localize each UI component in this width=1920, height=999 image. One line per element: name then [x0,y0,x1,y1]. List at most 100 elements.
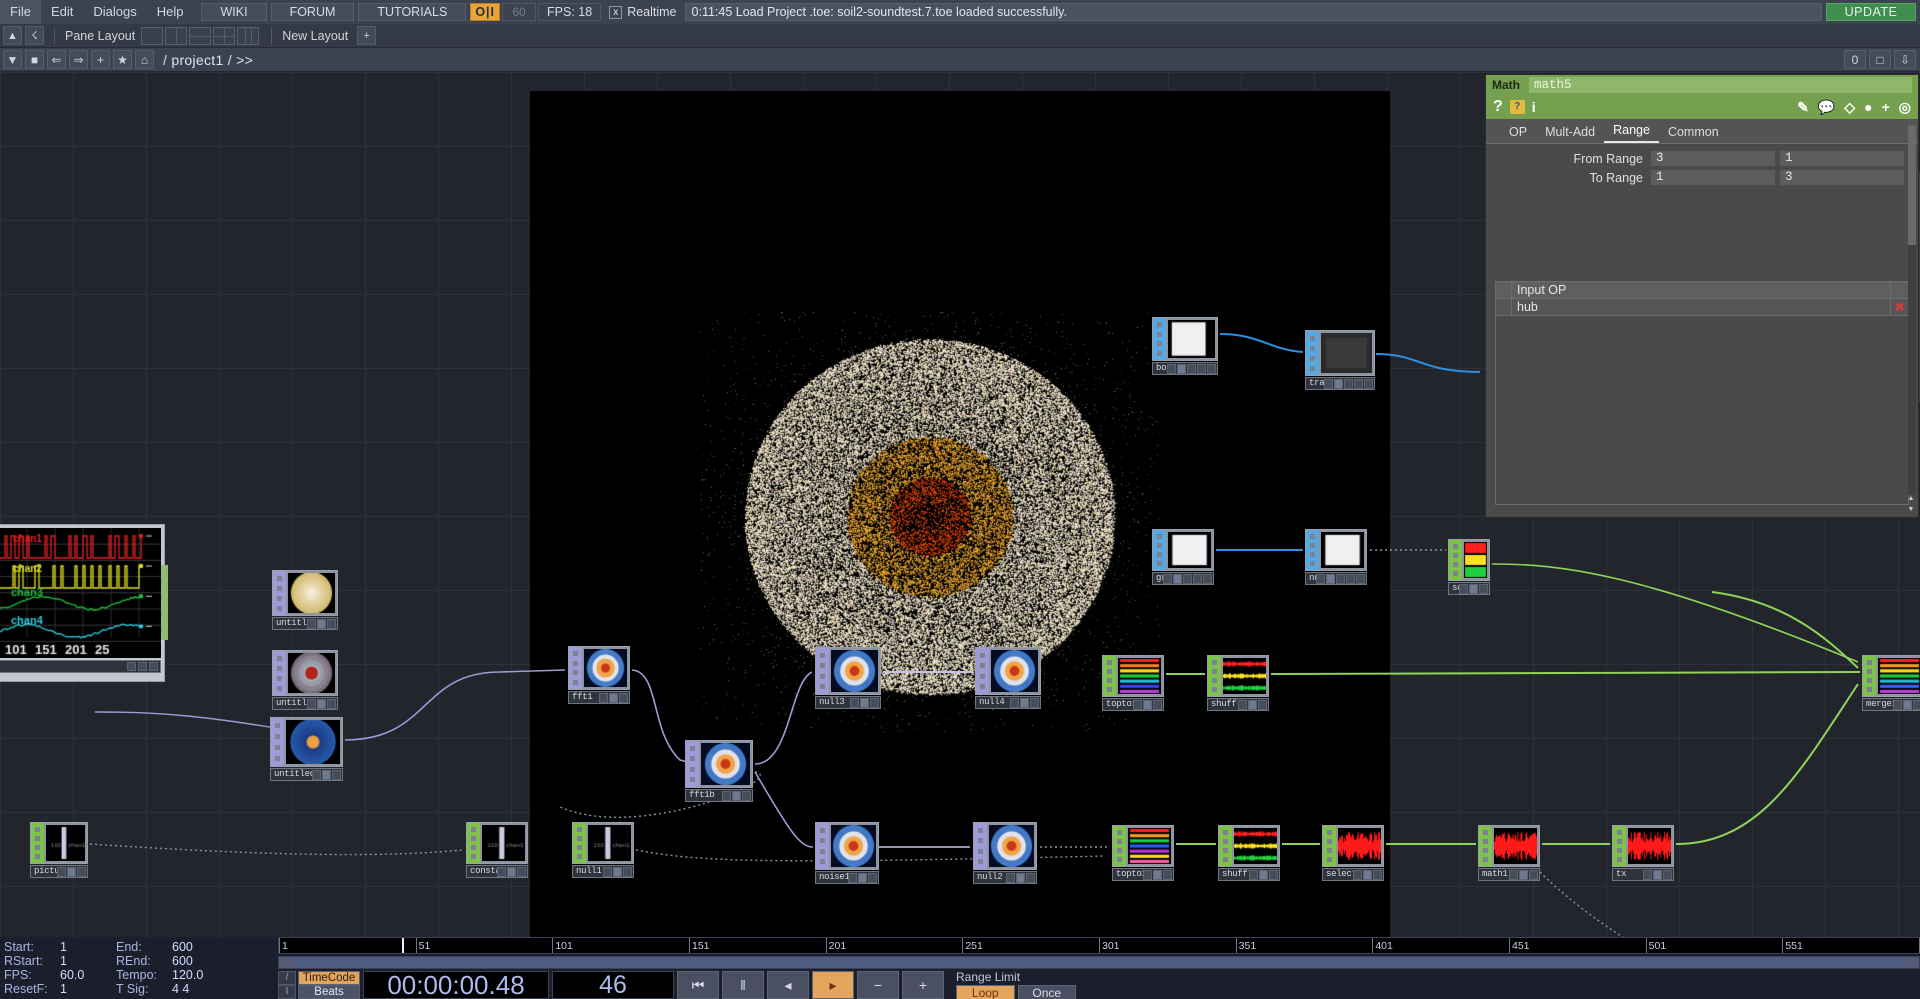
pane-index-field[interactable]: 0 [1844,50,1866,69]
node-null3[interactable]: null3 [815,647,881,709]
timeline-tick[interactable]: 351 [1235,938,1256,953]
step-back-button[interactable]: ◂ [767,971,809,999]
node-connectors[interactable] [816,648,829,694]
parameter-value-1[interactable]: 3 [1650,150,1776,167]
node-connectors[interactable] [573,823,586,863]
node-name[interactable]: shuffle2 [1219,869,1249,880]
node-name[interactable]: picture_ [31,866,57,877]
add-parameter-icon[interactable]: + [1882,100,1890,114]
node-flag[interactable] [1153,699,1162,710]
pane-layout-option-1[interactable] [141,26,164,45]
node-flag[interactable] [1163,573,1172,584]
node-label-row[interactable]: sopto1 [1448,582,1490,595]
node-connector-dot[interactable] [1617,857,1622,862]
node-flag[interactable] [858,872,867,883]
node-connectors[interactable] [976,648,989,694]
node-name[interactable]: null2 [974,872,1006,883]
node-flag[interactable] [327,698,336,709]
node-flag[interactable] [1344,378,1353,389]
node-null2[interactable]: null2 [973,822,1037,884]
node-label-row[interactable]: noise1 [815,871,879,884]
node-connectors[interactable] [1306,331,1319,375]
node-body[interactable] [466,822,528,864]
node-connector-dot[interactable] [277,655,282,661]
node-name[interactable]: topto2 [1113,869,1143,880]
node-connector-dot[interactable] [471,827,476,832]
node-connector-dot[interactable] [980,652,985,658]
info-icon[interactable]: i [1532,100,1536,114]
node-flag[interactable] [1207,363,1216,374]
node-label-row[interactable]: grid1 [1152,572,1214,585]
node-connector-dot[interactable] [1310,561,1315,566]
node-flag[interactable] [623,866,632,877]
timeline-tick[interactable]: 151 [689,938,710,953]
node-flag[interactable] [1334,378,1343,389]
menu-dialogs[interactable]: Dialogs [83,0,146,24]
node-label-row[interactable]: untitled_1 [272,697,338,710]
node-body[interactable] [815,822,879,870]
node-flag[interactable] [1016,872,1025,883]
node-connector-dot[interactable] [978,838,983,844]
node-flag[interactable] [1324,378,1333,389]
timeline-tick[interactable]: 501 [1645,938,1666,953]
node-connector-dot[interactable] [35,845,40,850]
node-connectors[interactable] [273,571,286,615]
timeline-ruler[interactable]: 151101151201251301351401451501551600 [278,937,1920,954]
node-flag[interactable] [312,769,321,780]
tutorials-button[interactable]: TUTORIALS [358,3,467,21]
node-connector-dot[interactable] [1310,534,1315,539]
node-body[interactable] [1102,655,1164,697]
node-body[interactable] [1152,529,1214,571]
node-label-row[interactable]: transform1 [1305,377,1375,390]
node-flag[interactable] [599,692,608,703]
node-picture-[interactable]: picture_ [30,822,88,878]
perform-toggle-button[interactable]: O|I [470,3,501,21]
node-connector-dot[interactable] [1310,365,1315,371]
node-body[interactable] [1322,825,1384,867]
node-connector-dot[interactable] [275,756,280,761]
node-flag[interactable] [1177,363,1186,374]
node-connector-dot[interactable] [820,663,825,669]
node-connectors[interactable] [271,718,284,766]
node-flag[interactable] [870,697,879,708]
node-flag[interactable] [1913,699,1920,710]
chop-viewer-scroll[interactable] [161,565,168,640]
node-body[interactable] [1612,825,1674,867]
node-label-row[interactable]: select1 [1322,868,1384,881]
target-icon[interactable]: ◎ [1899,100,1911,114]
node-connectors[interactable] [686,741,699,787]
frame-display[interactable]: 46 [552,971,674,999]
node-connector-dot[interactable] [1867,678,1872,683]
op-name-field[interactable]: math5 [1529,77,1912,93]
node-flag[interactable] [1173,573,1182,584]
node-flag[interactable] [1663,869,1672,880]
once-button[interactable]: Once [1017,985,1076,999]
timeline-scroll-bar[interactable] [293,957,1905,968]
node-flag[interactable] [1336,573,1345,584]
node-flag[interactable] [1509,869,1518,880]
node-body[interactable] [270,717,343,767]
node-flag[interactable] [1893,699,1902,710]
node-name[interactable]: null3 [816,697,850,708]
node-connector-dot[interactable] [690,766,695,772]
parameter-dialog-scrollbar[interactable] [1908,125,1916,495]
node-flag[interactable] [732,790,741,801]
lock-icon[interactable]: ? [1509,100,1525,114]
node-connector-dot[interactable] [1617,830,1622,835]
loop-button[interactable]: Loop [956,985,1015,999]
timeline-tick[interactable]: 401 [1372,938,1393,953]
node-name[interactable]: grid1 [1153,573,1163,584]
node-flag[interactable] [1153,869,1162,880]
node-connectors[interactable] [1153,318,1166,360]
input-op-delete-icon[interactable]: ✖ [1890,299,1908,315]
node-select1[interactable]: select1 [1322,825,1384,881]
node-connector-dot[interactable] [1453,562,1458,567]
node-connector-dot[interactable] [980,684,985,690]
node-name[interactable]: topto1 [1103,699,1133,710]
node-label-row[interactable]: merge1 [1862,698,1920,711]
timeline-info-value[interactable]: 1 [60,955,116,969]
node-connector-dot[interactable] [277,685,282,691]
node-connector-dot[interactable] [277,675,282,681]
node-connector-dot[interactable] [573,670,578,676]
node-name[interactable]: transform1 [1306,378,1324,389]
